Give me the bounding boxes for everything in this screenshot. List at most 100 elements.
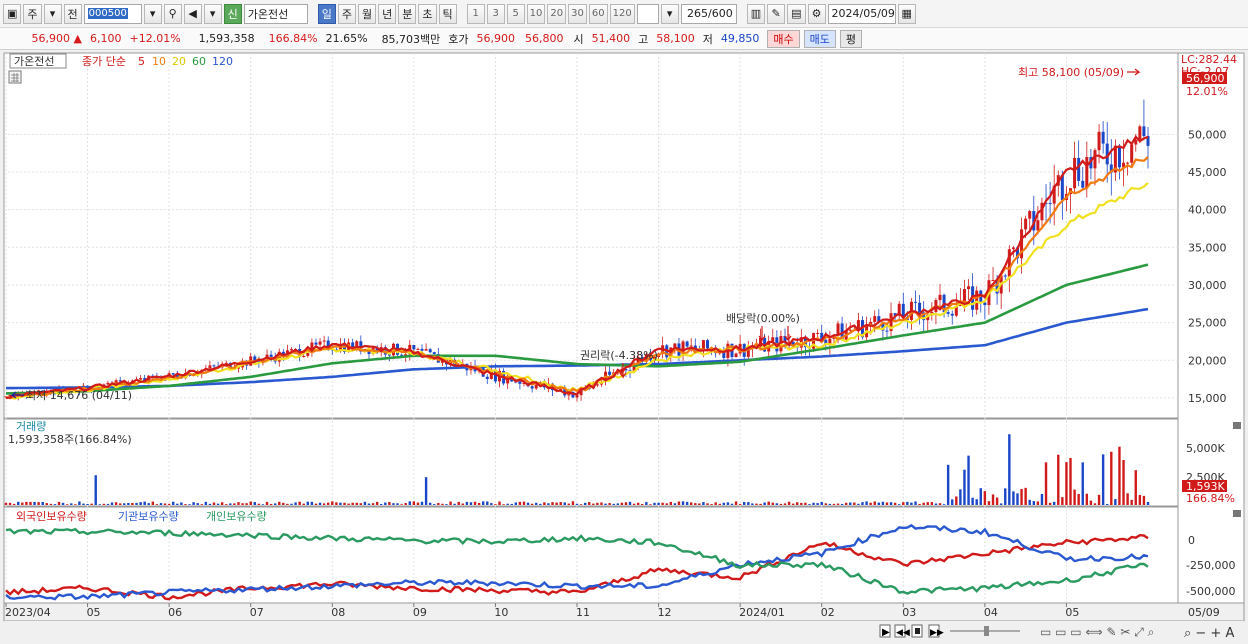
x-axis-label: 05	[87, 606, 101, 619]
period-button-month[interactable]: 월	[358, 3, 377, 24]
volume-bar	[127, 502, 130, 505]
candle-body	[1011, 247, 1015, 250]
volume-bar	[987, 501, 991, 505]
bid-label: 호가	[448, 32, 469, 46]
volume-bar	[694, 503, 697, 505]
volume-bar	[498, 501, 501, 505]
volume-bar	[588, 502, 591, 505]
period-button-day[interactable]: 일	[317, 3, 336, 24]
volume-panel-close-icon[interactable]	[1233, 422, 1241, 429]
evaluation-button[interactable]: 평	[839, 29, 863, 48]
stock-name-field[interactable]: 가온전선	[243, 3, 308, 24]
volume-bar	[902, 502, 905, 505]
ma-period-60: 60	[192, 55, 206, 68]
sound-button[interactable]: ◀	[183, 3, 202, 24]
candle-body	[530, 386, 534, 389]
count-input[interactable]: 265/600	[680, 3, 737, 24]
volume-bar	[335, 502, 338, 505]
market-dropdown-button[interactable]: ▾	[43, 3, 62, 24]
volume-bar	[934, 503, 938, 505]
ma-period-5: 5	[138, 55, 145, 68]
volume-bar	[490, 503, 493, 505]
symbol-dropdown-button[interactable]: ▾	[143, 3, 162, 24]
volume-bar	[351, 502, 354, 505]
layout-icons[interactable]: ▭ ▭ ▭ ⟺ ✎ ✂ ⤢ ⌕	[1040, 625, 1154, 639]
interval-button-60[interactable]: 60	[588, 3, 608, 24]
volume-bar	[172, 501, 175, 505]
interval-custom-input[interactable]	[636, 3, 659, 24]
candle-body	[485, 376, 489, 379]
volume-bar	[233, 503, 236, 505]
interval-label: 10	[529, 8, 543, 19]
candle-body	[771, 337, 775, 342]
volume-bar	[730, 503, 734, 505]
volume-bar	[1052, 501, 1056, 505]
candle-body	[1081, 180, 1085, 188]
interval-button-5[interactable]: 5	[506, 3, 525, 24]
volume-bar	[412, 501, 416, 505]
volume-bar	[632, 503, 636, 505]
period-button-second[interactable]: 초	[418, 3, 437, 24]
draw-tool-button[interactable]: ✎	[767, 3, 786, 24]
candle-body	[1142, 126, 1146, 136]
period-button-week[interactable]: 주	[337, 3, 357, 24]
zoom-controls[interactable]: ⌕ − + A	[1184, 626, 1234, 641]
zoom-slider-handle[interactable]	[984, 626, 989, 636]
search-button[interactable]: ⚲	[163, 3, 182, 24]
low-price: 49,850	[720, 32, 760, 45]
volume-bar	[502, 504, 505, 505]
volume-bar	[131, 502, 134, 505]
interval-button-1[interactable]: 1	[466, 3, 485, 24]
interval-button-20[interactable]: 20	[547, 3, 567, 24]
volume-bar	[282, 502, 285, 505]
volume-bar	[392, 503, 395, 505]
screen-menu-button[interactable]: ▣	[3, 3, 22, 24]
interval-dropdown-button[interactable]: ▾	[660, 3, 679, 24]
settings-button[interactable]: ⚙	[807, 3, 826, 24]
holdings-panel-close-icon[interactable]	[1233, 510, 1241, 517]
volume-bar	[800, 502, 803, 505]
period-button-minute[interactable]: 분	[398, 3, 417, 24]
candle-type-button[interactable]: ▥	[746, 3, 766, 24]
volume-bar	[49, 503, 53, 505]
volume-bar	[734, 501, 738, 505]
legend-individual: 개인보유수량	[206, 510, 267, 523]
sound-dropdown-button[interactable]: ▾	[203, 3, 222, 24]
volume-bar	[437, 502, 440, 505]
volume-panel[interactable]	[3, 418, 1179, 507]
gear-icon: ⚙	[811, 7, 822, 20]
calendar-button[interactable]: ▦	[897, 3, 916, 24]
volume-bar	[306, 501, 310, 505]
volume-bar	[1008, 434, 1011, 505]
volume-bar	[604, 503, 607, 505]
save-button[interactable]: ▤	[787, 3, 806, 24]
interval-button-30[interactable]: 30	[568, 3, 587, 24]
period-button-tick[interactable]: 틱	[438, 3, 457, 24]
volume-bar	[930, 502, 934, 505]
low-annotation: 최저 14,676 (04/11)	[26, 389, 132, 402]
stock-chart[interactable]: 가온전선 종가 단순 5 10 20 60 120 LC:282.44 HC:-…	[0, 51, 1248, 641]
candle-body	[885, 330, 889, 332]
volume-bar	[400, 504, 403, 505]
open-price: 51,400	[591, 32, 631, 45]
volume-bar	[1093, 503, 1097, 505]
market-select[interactable]: 주	[23, 3, 42, 24]
interval-button-10[interactable]: 10	[526, 3, 546, 24]
volume-bar	[167, 503, 171, 505]
volume-bar	[25, 501, 28, 505]
rewind-icon: ◀◀	[896, 628, 910, 638]
buy-button[interactable]: 매수	[767, 29, 800, 48]
price-change-pct: +12.01%	[129, 32, 181, 45]
volume-bar	[192, 502, 195, 505]
chart-area[interactable]: 가온전선 종가 단순 5 10 20 60 120 LC:282.44 HC:-…	[0, 51, 1248, 641]
period-button-year[interactable]: 년	[378, 3, 397, 24]
volume-bar	[698, 503, 701, 505]
volume-bar	[775, 503, 779, 505]
date-input[interactable]: 2024/05/09	[827, 3, 896, 24]
symbol-code-input[interactable]: 000500	[83, 3, 142, 24]
interval-button-3[interactable]: 3	[486, 3, 505, 24]
prev-button[interactable]: 전	[63, 3, 82, 24]
sell-button[interactable]: 매도	[803, 29, 836, 48]
interval-button-120[interactable]: 120	[609, 3, 635, 24]
volume-bar	[70, 503, 73, 505]
